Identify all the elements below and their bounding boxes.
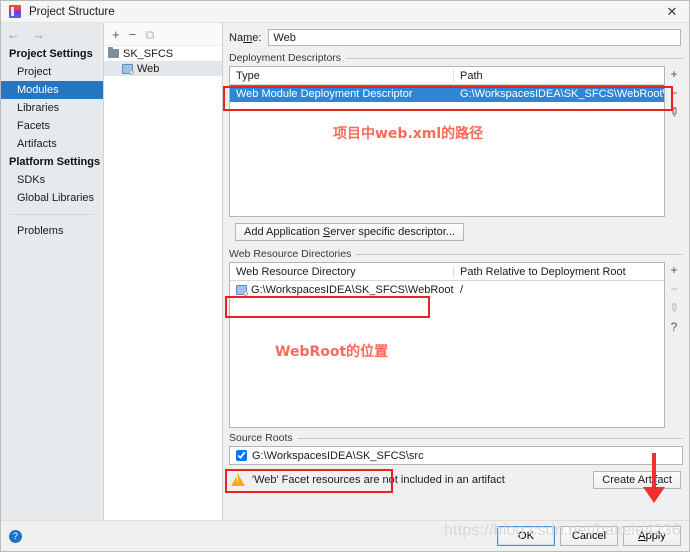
web-resource-table-wrap: Web Resource Directory Path Relative to … [229,262,683,428]
tree-node-web[interactable]: Web [104,61,222,76]
folder-icon [108,47,119,58]
title-bar: Project Structure ✕ [1,1,689,23]
ok-button[interactable]: OK [497,526,555,546]
name-row: Name: [223,23,689,52]
sidebar-item-facets[interactable]: Facets [1,117,103,135]
warning-triangle-icon [231,474,245,486]
create-artifact-wrap: Create Artifact [593,471,681,489]
back-arrow-icon[interactable]: ← [7,27,20,42]
web-facet-icon [122,63,134,75]
create-artifact-button[interactable]: Create Artifact [593,471,681,489]
sidebar-item-problems[interactable]: Problems [1,222,103,240]
help-icon[interactable]: ? [9,529,22,543]
sidebar-item-libraries[interactable]: Libraries [1,99,103,117]
group-divider [297,437,683,439]
help-web-resource-icon[interactable]: ? [671,321,678,333]
remove-module-icon[interactable]: − [129,28,137,41]
facet-detail-panel: Name: Deployment Descriptors Type Path [223,23,689,520]
remove-web-resource-icon[interactable]: − [670,283,677,295]
edit-web-resource-icon[interactable]: ✎ [665,299,682,316]
cell-type: Web Module Deployment Descriptor [236,87,413,100]
close-icon[interactable]: ✕ [655,1,689,22]
sidebar-nav-arrows: ← → [1,23,103,45]
project-structure-dialog: Project Structure ✕ ← → Project Settings… [0,0,690,552]
column-header-path[interactable]: Path [454,70,664,82]
forward-arrow-icon[interactable]: → [32,27,45,42]
sidebar-item-artifacts[interactable]: Artifacts [1,135,103,153]
deployment-descriptors-header: Deployment Descriptors [229,52,683,66]
group-title: Source Roots [229,432,293,444]
column-header-type[interactable]: Type [230,69,454,82]
add-descriptor-icon[interactable]: + [670,68,677,80]
sidebar-item-project[interactable]: Project [1,63,103,81]
name-label: Name: [229,31,262,44]
column-header-path-relative[interactable]: Path Relative to Deployment Root [454,266,664,278]
deployment-descriptors-group: Deployment Descriptors Type Path Web Mod… [229,52,683,248]
warning-text: 'Web' Facet resources are not included i… [252,474,505,486]
deployment-descriptors-tools: + − ✎ [665,66,683,217]
table-row[interactable]: G:\WorkspacesIDEA\SK_SFCS\WebRoot / [230,281,664,298]
web-resource-tools: + − ✎ ? [665,262,683,428]
table-header-row: Web Resource Directory Path Relative to … [230,263,664,281]
sidebar-group-project-settings: Project Settings [9,48,93,60]
sidebar-item-modules[interactable]: Modules [1,81,103,99]
name-input[interactable] [268,29,681,46]
group-divider [346,57,683,59]
tree-node-sk-sfcs[interactable]: SK_SFCS [104,46,222,61]
sidebar-group-platform-settings: Platform Settings [9,156,101,168]
intellij-idea-icon [9,5,21,18]
web-resource-directories-group: Web Resource Directories Web Resource Di… [229,248,683,428]
list-item[interactable]: G:\WorkspacesIDEA\SK_SFCS\src [230,447,682,464]
sidebar-item-sdks[interactable]: SDKs [1,171,103,189]
add-web-resource-icon[interactable]: + [670,264,677,276]
tree-node-label: Web [137,62,160,75]
dialog-footer: ? OK Cancel Apply [1,520,689,551]
facet-warning-row: 'Web' Facet resources are not included i… [223,465,689,489]
cell-directory: G:\WorkspacesIDEA\SK_SFCS\WebRoot [230,284,454,296]
cell-directory-label: G:\WorkspacesIDEA\SK_SFCS\WebRoot [251,283,454,296]
deployment-descriptors-table-wrap: Type Path Web Module Deployment Descript… [229,66,683,217]
web-resource-table: Web Resource Directory Path Relative to … [229,262,665,428]
edit-descriptor-icon[interactable]: ✎ [665,103,682,120]
source-root-path: G:\WorkspacesIDEA\SK_SFCS\src [252,449,424,462]
group-divider [356,253,683,255]
cell-relative-path: / [460,283,464,296]
sidebar-item-global-libraries[interactable]: Global Libraries [1,189,103,207]
tree-node-label: SK_SFCS [123,47,174,60]
settings-sidebar: ← → Project Settings Project Modules Lib… [1,23,104,520]
group-title: Web Resource Directories [229,248,352,260]
web-resource-directories-header: Web Resource Directories [229,248,683,262]
table-header-row: Type Path [230,67,664,85]
add-module-icon[interactable]: + [112,28,120,41]
source-roots-list: G:\WorkspacesIDEA\SK_SFCS\src [229,446,683,465]
deployment-descriptors-table: Type Path Web Module Deployment Descript… [229,66,665,217]
apply-button[interactable]: Apply [623,526,681,546]
module-tree-pane: + − ⧉ SK_SFCS Web [104,23,223,520]
table-row[interactable]: Web Module Deployment Descriptor G:\Work… [230,85,664,102]
add-descriptor-row: Add Application Server specific descript… [229,217,683,248]
table-body: G:\WorkspacesIDEA\SK_SFCS\WebRoot / [230,281,664,427]
copy-module-icon[interactable]: ⧉ [145,28,154,41]
table-body: Web Module Deployment Descriptor G:\Work… [230,85,664,216]
footer-buttons: OK Cancel Apply [497,526,681,546]
window-title: Project Structure [29,5,115,18]
group-title: Deployment Descriptors [229,52,342,64]
directory-icon [236,284,248,296]
dialog-body: ← → Project Settings Project Modules Lib… [1,23,689,520]
source-roots-header: Source Roots [229,432,683,446]
source-roots-group: Source Roots G:\WorkspacesIDEA\SK_SFCS\s… [229,432,683,465]
add-app-server-descriptor-button[interactable]: Add Application Server specific descript… [235,223,464,241]
remove-descriptor-icon[interactable]: − [670,87,677,99]
column-header-web-resource-directory[interactable]: Web Resource Directory [230,265,454,278]
source-root-entry: G:\WorkspacesIDEA\SK_SFCS\src [230,450,424,462]
sidebar-divider [10,214,94,215]
module-tree-toolbar: + − ⧉ [104,23,222,46]
cell-path: G:\WorkspacesIDEA\SK_SFCS\WebRoot\WEB-IN… [460,87,664,100]
cancel-button[interactable]: Cancel [560,526,618,546]
source-root-checkbox[interactable] [236,450,247,461]
